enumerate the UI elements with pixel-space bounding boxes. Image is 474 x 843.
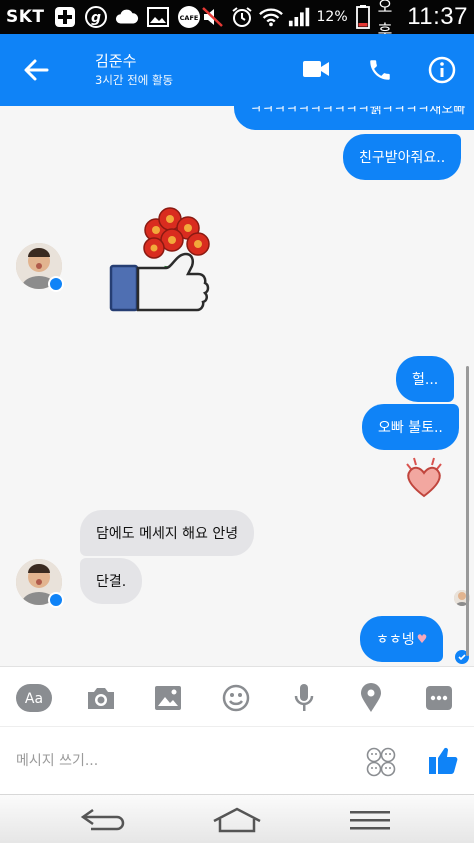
voice-call-button[interactable] bbox=[362, 52, 398, 88]
text-format-button[interactable]: Aa bbox=[16, 681, 52, 715]
message-text: 단결. bbox=[96, 574, 127, 590]
message-text: ㅋㅋㅋㅋㅋㅋㅋㅋㅋㅋ뷁ㅋㅋㅋㅋ새오빠 bbox=[250, 106, 466, 117]
outgoing-message[interactable]: ㅋㅋㅋㅋㅋㅋㅋㅋㅋㅋ뷁ㅋㅋㅋㅋ새오빠 bbox=[234, 106, 474, 130]
message-text: 헐... bbox=[412, 372, 439, 388]
more-button[interactable] bbox=[422, 681, 456, 715]
heart-emoji: ♥ bbox=[416, 632, 428, 646]
nav-back-button[interactable] bbox=[74, 803, 134, 837]
aa-icon: Aa bbox=[16, 684, 52, 712]
contact-name[interactable]: 김준수 bbox=[95, 50, 136, 71]
back-arrow-icon bbox=[24, 59, 49, 81]
messenger-badge-icon bbox=[48, 592, 64, 608]
menu-icon bbox=[350, 811, 390, 830]
back-button[interactable] bbox=[18, 52, 54, 88]
flower-thumbs-up-sticker[interactable] bbox=[108, 206, 218, 318]
carrier-label: SKT bbox=[6, 7, 45, 27]
wifi-icon bbox=[258, 5, 283, 29]
plus-icon bbox=[53, 5, 77, 29]
home-icon bbox=[213, 807, 261, 833]
scrollbar[interactable] bbox=[466, 366, 469, 656]
incoming-message[interactable]: 담에도 메세지 해요 안녕 bbox=[80, 510, 255, 556]
messenger-badge-icon bbox=[48, 276, 64, 292]
video-call-button[interactable] bbox=[298, 54, 334, 84]
camera-button[interactable] bbox=[84, 681, 118, 715]
battery-icon bbox=[353, 5, 373, 29]
phone-icon bbox=[370, 60, 390, 80]
svg-text:Aa: Aa bbox=[25, 691, 43, 707]
message-input[interactable] bbox=[16, 749, 336, 773]
outgoing-message[interactable]: 헐... bbox=[396, 356, 455, 402]
message-text: 오빠 불토.. bbox=[378, 420, 443, 436]
outgoing-message[interactable]: 친구받아줘요.. bbox=[343, 134, 462, 180]
emoji-icon bbox=[222, 684, 250, 712]
gallery-button[interactable] bbox=[151, 681, 185, 715]
info-button[interactable] bbox=[424, 52, 460, 88]
svg-text:g: g bbox=[91, 10, 101, 26]
like-button[interactable] bbox=[424, 741, 462, 779]
emoji-button[interactable] bbox=[219, 681, 253, 715]
video-camera-icon bbox=[303, 61, 329, 77]
incoming-message[interactable]: 단결. bbox=[80, 558, 143, 604]
signal-icon bbox=[288, 5, 312, 29]
more-icon bbox=[426, 686, 452, 710]
alarm-icon bbox=[230, 5, 254, 29]
status-bar: SKT g CAFE 12% 오후 11:37 bbox=[0, 0, 474, 40]
thumbs-up-icon bbox=[429, 747, 458, 774]
location-icon bbox=[361, 683, 381, 712]
mic-icon bbox=[294, 684, 314, 711]
mute-icon bbox=[201, 5, 225, 29]
conversation-header: 김준수 3시간 전에 활동 bbox=[0, 34, 474, 106]
nav-home-button[interactable] bbox=[207, 803, 267, 837]
outgoing-message[interactable]: ㅎㅎ넹 ♥ bbox=[360, 616, 444, 662]
svg-text:CAFE: CAFE bbox=[179, 14, 198, 22]
message-list[interactable]: ㅋㅋㅋㅋㅋㅋㅋㅋㅋㅋ뷁ㅋㅋㅋㅋ새오빠 친구받아줘요.. 헐... 오빠 불토.. bbox=[0, 106, 474, 666]
cloud-icon bbox=[115, 5, 139, 29]
image-icon bbox=[146, 5, 170, 29]
message-text: ㅎㅎ넹 bbox=[376, 632, 415, 648]
contact-active-status: 3시간 전에 활동 bbox=[95, 73, 174, 87]
battery-percent: 12% bbox=[316, 9, 348, 25]
voice-button[interactable] bbox=[287, 681, 321, 715]
message-text: 담에도 메세지 해요 안녕 bbox=[96, 526, 239, 542]
stickers-icon bbox=[366, 747, 396, 777]
location-button[interactable] bbox=[354, 681, 388, 715]
back-icon bbox=[80, 808, 125, 831]
clock: 11:37 bbox=[407, 3, 468, 30]
system-nav-bar bbox=[0, 794, 474, 843]
info-icon bbox=[428, 56, 456, 84]
message-text: 친구받아줘요.. bbox=[359, 150, 446, 166]
composer-toolbar: Aa bbox=[0, 666, 474, 726]
cafe-icon: CAFE bbox=[177, 5, 201, 29]
gallery-icon bbox=[155, 686, 181, 710]
outgoing-message[interactable]: 오빠 불토.. bbox=[362, 404, 459, 450]
compose-bar bbox=[0, 726, 474, 794]
camera-icon bbox=[88, 688, 114, 709]
nav-menu-button[interactable] bbox=[340, 803, 400, 837]
g-icon: g bbox=[84, 5, 108, 29]
heart-sticker[interactable] bbox=[404, 456, 444, 498]
sticker-button[interactable] bbox=[364, 745, 398, 779]
